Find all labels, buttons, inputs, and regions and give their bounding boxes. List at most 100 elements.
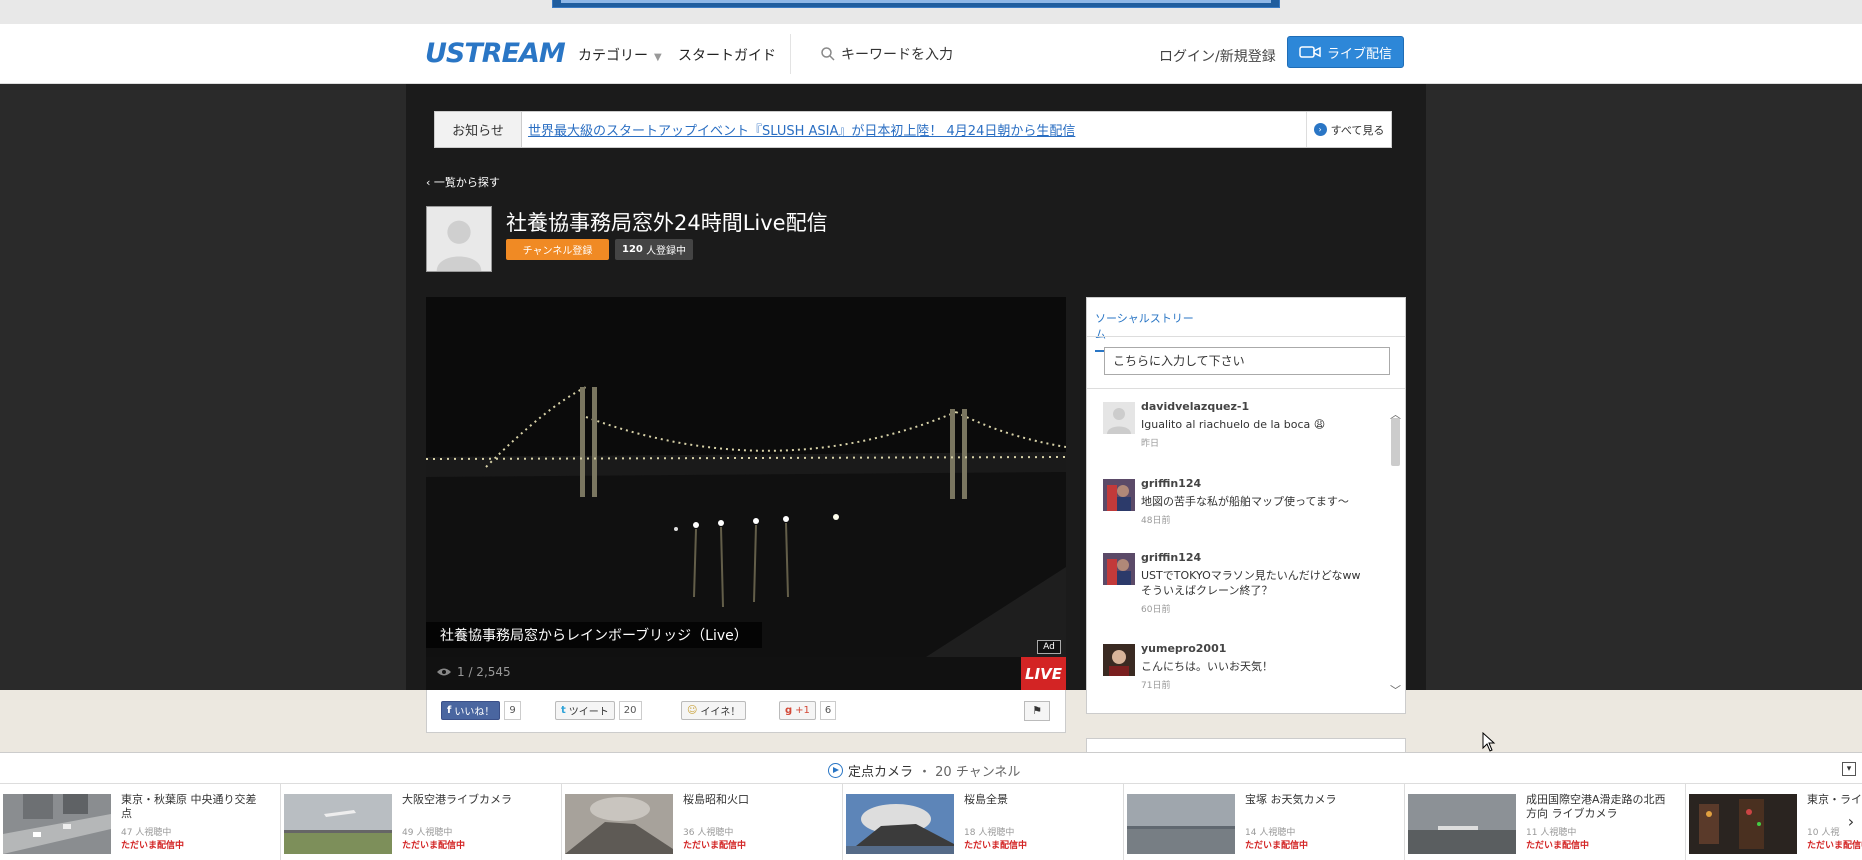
- camera-thumbnail: [284, 794, 392, 854]
- user-photo-icon: [1103, 644, 1135, 676]
- message-time: 昨日: [1141, 439, 1160, 449]
- chevron-down-icon[interactable]: ﹀: [1390, 682, 1401, 698]
- camera-title: 定点カメラ: [848, 765, 914, 780]
- video-caption: 社養協事務局窓からレインボーブリッジ（Live）: [426, 622, 762, 648]
- subscriber-count-badge: 120 人登録中: [615, 239, 694, 260]
- camera-card[interactable]: 大阪空港ライブカメラ 49 人視聴中 ただいま配信中: [281, 784, 562, 860]
- social-scrollbar[interactable]: ︿ ﹀: [1388, 396, 1403, 700]
- facebook-like-button[interactable]: f いいね！: [441, 701, 501, 720]
- live-broadcast-label: ライブ配信: [1326, 46, 1392, 62]
- camera-card[interactable]: 宝塚 お天気カメラ 14 人視聴中 ただいま配信中: [1124, 784, 1405, 860]
- social-message: griffin124 USTでTOKYOマラソン見たいんだけどなww そういえば…: [1103, 551, 1373, 623]
- subscribe-button[interactable]: チャンネル登録: [506, 239, 609, 260]
- social-divider-2: [1087, 388, 1405, 389]
- chevron-right-icon[interactable]: ›: [1840, 806, 1862, 838]
- scroll-thumb[interactable]: [1391, 418, 1400, 466]
- weather-thumbnail: [1127, 794, 1235, 854]
- camera-status: ただいま配信中: [1245, 841, 1309, 851]
- nav-start-guide[interactable]: スタートガイド: [678, 45, 776, 65]
- social-message: davidvelazquez-1 Igualito al riachuelo d…: [1103, 400, 1373, 462]
- mixi-check[interactable]: ☺ イイネ！: [681, 701, 747, 720]
- night-city-thumbnail: [1689, 794, 1797, 854]
- camera-viewers: 47 人視聴中: [121, 828, 172, 838]
- volcano-panorama-thumbnail: [846, 794, 954, 854]
- camera-card[interactable]: 成田国際空港A滑走路の北西方向 ライブカメラ 11 人視聴中 ただいま配信中: [1405, 784, 1686, 860]
- message-text: 地図の苦手な私が船舶マップ使ってます〜: [1141, 495, 1349, 508]
- nav-category[interactable]: カテゴリー ▼: [578, 45, 662, 65]
- camera-name: 桜島昭和火口: [683, 793, 749, 806]
- camera-status: ただいま配信中: [1526, 841, 1590, 851]
- camera-icon: [1299, 46, 1321, 58]
- camera-card[interactable]: 東京・秋葉原 中央通り交差点 47 人視聴中 ただいま配信中: [0, 784, 281, 860]
- camera-name: 東京・ライブ: [1807, 793, 1862, 806]
- chevron-down-icon: ▼: [654, 52, 662, 63]
- camera-name: 桜島全景: [964, 793, 1008, 806]
- camera-card[interactable]: 桜島全景 18 人視聴中 ただいま配信中: [843, 784, 1124, 860]
- twitter-tweet[interactable]: t ツイート 20: [555, 701, 642, 720]
- social-stream-panel: ソーシャルストリーム こちらに入力して下さい davidvelazquez-1 …: [1086, 297, 1406, 714]
- back-to-list-link[interactable]: ‹ 一覧から探す: [426, 174, 500, 190]
- top-ad-strip: [0, 0, 1862, 24]
- channel-avatar[interactable]: [426, 206, 492, 272]
- tweet-button[interactable]: t ツイート: [555, 701, 615, 720]
- tab-social-stream[interactable]: ソーシャルストリーム: [1095, 310, 1197, 352]
- camera-strip-title[interactable]: 定点カメラ ・ 20 チャンネル: [828, 761, 1020, 780]
- avatar[interactable]: [1103, 479, 1135, 511]
- iine-label: イイネ！: [700, 707, 741, 718]
- camera-thumbnail: [1127, 794, 1235, 854]
- camera-strip: 東京・秋葉原 中央通り交差点 47 人視聴中 ただいま配信中 大阪空港ライブカメ…: [0, 784, 1862, 860]
- search-icon: [821, 47, 835, 61]
- social-divider: [1087, 336, 1405, 337]
- top-ad-banner[interactable]: [552, 0, 1280, 8]
- notice-link[interactable]: 世界最大級のスタートアップイベント『SLUSH ASIA』が日本初上陸！ 4月2…: [528, 120, 1306, 139]
- social-comment-input[interactable]: こちらに入力して下さい: [1104, 347, 1390, 375]
- camera-thumbnail: [1689, 794, 1797, 854]
- crossing-thumbnail: [3, 794, 111, 854]
- message-user[interactable]: davidvelazquez-1: [1141, 400, 1249, 413]
- site-header: USTREAM カテゴリー ▼ スタートガイド キーワードを入力 ログイン/新規登…: [0, 24, 1862, 84]
- subscriber-count: 120: [622, 244, 643, 255]
- camera-viewers: 14 人視聴中: [1245, 828, 1296, 838]
- like-count: 9: [504, 701, 521, 720]
- viewer-count-text: 1 / 2,545: [457, 665, 511, 679]
- avatar[interactable]: [1103, 644, 1135, 676]
- eye-icon: [437, 668, 451, 676]
- ad-tag[interactable]: Ad: [1037, 640, 1061, 654]
- nav-category-label: カテゴリー: [578, 48, 648, 64]
- camera-status: ただいま配信中: [964, 841, 1028, 851]
- notice-label: お知らせ: [435, 112, 522, 147]
- user-photo-icon: [1103, 553, 1135, 585]
- camera-card[interactable]: 桜島昭和火口 36 人視聴中 ただいま配信中: [562, 784, 843, 860]
- facebook-like[interactable]: f いいね！ 9: [441, 701, 521, 720]
- login-link[interactable]: ログイン/新規登録: [1159, 46, 1276, 66]
- share-bar: f いいね！ 9 t ツイート 20 ☺ イイネ！ g +1 6 ⚑: [426, 690, 1066, 733]
- mouse-cursor-icon: [1482, 732, 1496, 752]
- video-frame: [426, 297, 1066, 657]
- message-user[interactable]: griffin124: [1141, 551, 1201, 564]
- camera-viewers: 36 人視聴中: [683, 828, 734, 838]
- ustream-logo[interactable]: USTREAM: [425, 38, 566, 69]
- collapse-icon[interactable]: ▾: [1842, 762, 1856, 776]
- message-user[interactable]: yumepro2001: [1141, 642, 1226, 655]
- google-plus-icon: g: [785, 705, 793, 716]
- avatar[interactable]: [1103, 553, 1135, 585]
- live-broadcast-button[interactable]: ライブ配信: [1287, 36, 1404, 68]
- search-input[interactable]: キーワードを入力: [820, 44, 953, 64]
- play-circle-icon: [828, 763, 843, 778]
- see-all-label: すべて見る: [1330, 123, 1385, 137]
- camera-card[interactable]: 東京・ライブ 10 人視聴中 ただいま配信中: [1686, 784, 1862, 860]
- google-plus-one[interactable]: g +1 6: [779, 701, 837, 720]
- notice-bar: お知らせ 世界最大級のスタートアップイベント『SLUSH ASIA』が日本初上陸…: [434, 111, 1392, 148]
- message-text: こんにちは。いいお天気！: [1141, 660, 1273, 673]
- camera-thumbnail: [1408, 794, 1516, 854]
- video-control-bar: 1 / 2,545 LIVE: [426, 657, 1066, 690]
- user-photo-icon: [1103, 479, 1135, 511]
- google-plus-button[interactable]: g +1: [779, 701, 816, 720]
- channel-title: 社養協事務局窓外24時間Live配信: [506, 211, 828, 235]
- flag-icon[interactable]: ⚑: [1024, 701, 1050, 721]
- see-all-button[interactable]: › すべて見る: [1306, 112, 1391, 147]
- message-user[interactable]: griffin124: [1141, 477, 1201, 490]
- video-player[interactable]: 社養協事務局窓からレインボーブリッジ（Live） Ad: [426, 297, 1066, 657]
- mixi-iine-button[interactable]: ☺ イイネ！: [681, 701, 747, 720]
- avatar[interactable]: [1103, 402, 1135, 434]
